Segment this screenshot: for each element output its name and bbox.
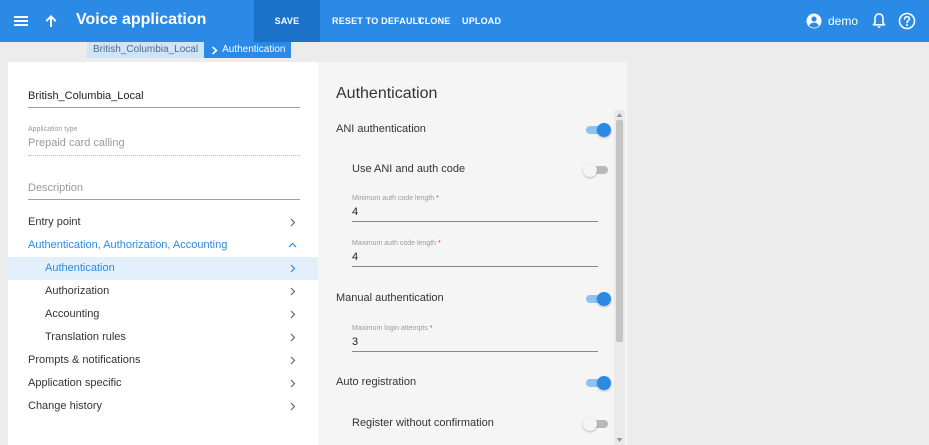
required-mark: * (438, 240, 441, 247)
min-auth-code-length-input[interactable]: Minimum auth code length * 4 (352, 195, 598, 222)
application-name-field[interactable]: British_Columbia_Local (28, 90, 300, 108)
page-title: Voice application (76, 11, 207, 28)
description-placeholder: Description (28, 182, 84, 194)
chevron-right-icon (212, 45, 218, 55)
nav-item-entry-point[interactable]: Entry point (8, 211, 318, 234)
chevron-up-icon (288, 242, 297, 248)
chevron-right-icon (290, 379, 296, 388)
use-ani-auth-code-label: Use ANI and auth code (352, 163, 466, 175)
nav-item-label: Authentication (45, 262, 115, 274)
chevron-right-icon (290, 310, 296, 319)
nav-item-label: Change history (28, 400, 102, 412)
help-circle-icon[interactable] (898, 12, 916, 30)
chevron-right-icon (290, 287, 296, 296)
nav-item-label: Authentication, Authorization, Accountin… (28, 239, 228, 251)
nav-item-label: Entry point (28, 216, 81, 228)
nav-item-change-history[interactable]: Change history (8, 395, 318, 418)
section-title: Authentication (336, 85, 438, 102)
min-auth-code-length-value: 4 (352, 206, 359, 218)
nav-item-label: Authorization (45, 285, 110, 297)
manual-authentication-row: Manual authentication (336, 289, 611, 309)
application-name-value: British_Columbia_Local (28, 90, 144, 102)
user-menu[interactable]: demo (806, 12, 858, 30)
ani-authentication-toggle[interactable] (584, 123, 611, 137)
chevron-right-icon (290, 356, 296, 365)
register-without-confirmation-label: Register without confirmation (352, 417, 494, 429)
nav-item-authorization[interactable]: Authorization (8, 280, 318, 303)
auto-registration-toggle[interactable] (584, 376, 611, 390)
nav-item-prompts-notifications[interactable]: Prompts & notifications (8, 349, 318, 372)
chevron-right-icon (290, 218, 296, 227)
use-ani-auth-code-row: Use ANI and auth code (336, 160, 608, 180)
required-mark: * (429, 325, 433, 332)
chevron-right-icon (290, 264, 296, 273)
manual-authentication-toggle[interactable] (584, 292, 611, 306)
manual-authentication-label: Manual authentication (336, 292, 444, 304)
ani-authentication-row: ANI authentication (336, 120, 611, 140)
section-nav: Entry point Authentication, Authorizatio… (8, 211, 318, 418)
breadcrumb-current-label: Authentication (222, 44, 286, 55)
description-field[interactable]: Description (28, 182, 300, 200)
register-without-confirmation-toggle[interactable] (583, 417, 610, 431)
auto-registration-label: Auto registration (336, 376, 417, 388)
scroll-up-icon[interactable] (616, 112, 623, 118)
nav-item-application-specific[interactable]: Application specific (8, 372, 318, 395)
max-login-attempts-label: Maximum login attempts (352, 325, 428, 332)
nav-item-label: Translation rules (45, 331, 126, 343)
reset-to-default-button[interactable]: RESET TO DEFAULT (332, 0, 423, 42)
nav-item-label: Accounting (45, 308, 100, 320)
top-bar: Voice application SAVE RESET TO DEFAULT … (0, 0, 929, 42)
breadcrumb-item-current[interactable]: Authentication (204, 42, 292, 58)
ani-authentication-label: ANI authentication (336, 123, 426, 135)
authentication-panel: Authentication ANI authentication Use AN… (318, 62, 627, 445)
breadcrumb: British_Columbia_Local Authentication (87, 42, 292, 58)
application-type-field: Application type Prepaid card calling (28, 126, 300, 156)
max-auth-code-length-label: Maximum auth code length (352, 240, 437, 247)
left-panel: British_Columbia_Local Application type … (8, 62, 318, 445)
application-type-label: Application type (28, 126, 78, 133)
scroll-down-icon[interactable] (616, 437, 623, 443)
max-login-attempts-value: 3 (352, 336, 359, 348)
register-without-confirmation-row: Register without confirmation (336, 414, 608, 434)
application-type-value: Prepaid card calling (28, 137, 125, 149)
chevron-right-icon (290, 333, 296, 342)
hamburger-menu-icon[interactable] (12, 12, 30, 30)
required-mark: * (436, 195, 439, 202)
save-button[interactable]: SAVE (254, 0, 320, 42)
nav-item-label: Application specific (28, 377, 122, 389)
breadcrumb-item-application[interactable]: British_Columbia_Local (87, 42, 204, 58)
nav-item-translation-rules[interactable]: Translation rules (8, 326, 318, 349)
chevron-right-icon (290, 402, 296, 411)
upload-button[interactable]: UPLOAD (462, 0, 501, 42)
user-name: demo (828, 14, 859, 28)
max-login-attempts-input[interactable]: Maximum login attempts * 3 (352, 325, 598, 352)
clone-button[interactable]: CLONE (418, 0, 451, 42)
max-auth-code-length-input[interactable]: Maximum auth code length * 4 (352, 240, 598, 267)
use-ani-auth-code-toggle[interactable] (583, 163, 610, 177)
vertical-scrollbar[interactable] (614, 110, 625, 445)
auto-registration-row: Auto registration (336, 373, 611, 393)
nav-item-accounting[interactable]: Accounting (8, 303, 318, 326)
nav-item-authentication[interactable]: Authentication (8, 257, 318, 280)
arrow-up-icon[interactable] (42, 12, 60, 30)
max-auth-code-length-value: 4 (352, 251, 359, 263)
min-auth-code-length-label: Minimum auth code length (352, 195, 435, 202)
nav-item-aaa[interactable]: Authentication, Authorization, Accountin… (8, 234, 318, 257)
nav-item-label: Prompts & notifications (28, 354, 141, 366)
user-circle-icon (806, 13, 822, 29)
scrollbar-thumb[interactable] (616, 120, 623, 342)
bell-icon[interactable] (871, 12, 887, 30)
